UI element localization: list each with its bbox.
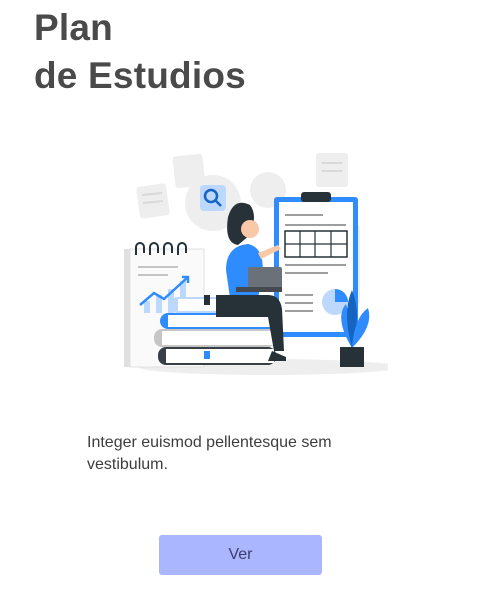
page-title-line1: Plan	[34, 7, 113, 48]
search-icon	[200, 185, 226, 211]
view-button[interactable]: Ver	[159, 535, 322, 575]
description-line2: vestibulum.	[87, 456, 168, 473]
description-text: Integer euismod pellentesque sem vestibu…	[87, 432, 417, 476]
page-title-line2: de Estudios	[34, 55, 246, 96]
study-illustration	[124, 153, 388, 375]
description-line1: Integer euismod pellentesque sem	[87, 434, 332, 451]
page-title: Plan de Estudios	[34, 4, 246, 100]
